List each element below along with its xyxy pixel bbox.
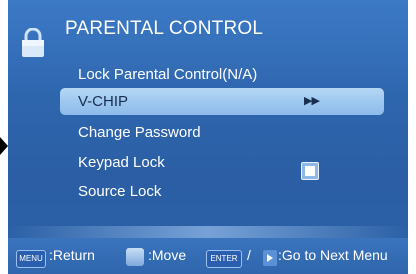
enter-separator: / [247,247,251,263]
menu-item-change-password[interactable]: Change Password [78,124,201,141]
footer-help-bar: MENU :Return :Move ENTER / :Go to Next M… [8,238,408,274]
left-triangle-icon [0,137,8,155]
header: PARENTAL CONTROL [8,0,408,64]
move-action-text: :Move [148,247,187,263]
menu-item-lock-parental-control[interactable]: Lock Parental Control(N/A) [78,66,257,83]
menu-action-text: :Return [49,247,95,263]
parental-control-panel: PARENTAL CONTROL Lock Parental Control(N… [8,0,408,274]
menu-item-v-chip-label: V-CHIP [78,93,129,110]
dpad-icon [126,248,144,266]
submenu-arrow-icon: ▶▶ [304,95,320,107]
right-arrow-icon [263,250,277,266]
toggle-indicator [305,166,315,176]
enter-key-icon: ENTER [206,250,242,268]
menu-item-source-lock[interactable]: Source Lock [78,183,161,200]
menu-item-keypad-lock[interactable]: Keypad Lock [78,154,165,171]
keypad-lock-toggle[interactable] [301,162,319,180]
lock-icon [22,28,44,57]
menu-key-icon: MENU [16,250,46,268]
page-title: PARENTAL CONTROL [65,18,264,39]
enter-action-text: :Go to Next Menu [278,247,388,263]
